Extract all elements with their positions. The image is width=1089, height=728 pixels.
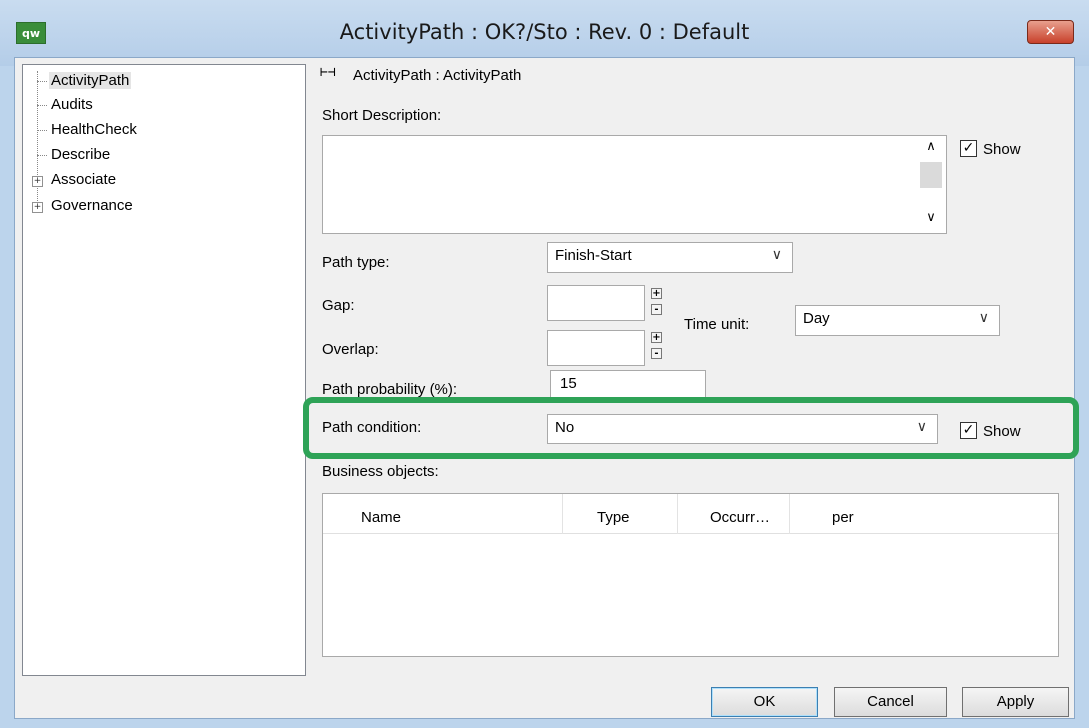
overlap-decrement-button[interactable]: - (651, 348, 662, 359)
time-unit-select[interactable]: Day ∨ (795, 305, 1000, 336)
close-button[interactable]: ✕ (1027, 20, 1074, 44)
navigation-tree[interactable]: ActivityPath Audits HealthCheck Describe… (22, 64, 306, 676)
path-condition-label: Path condition: (322, 419, 422, 436)
time-unit-value: Day (803, 310, 830, 327)
grid-header: Name Type Occurr… per (323, 494, 1058, 534)
scroll-down-icon[interactable]: ∨ (920, 210, 942, 225)
gap-increment-button[interactable]: + (651, 288, 662, 299)
scroll-up-icon[interactable]: ∧ (920, 139, 942, 154)
tree-connector (37, 130, 47, 131)
time-unit-label: Time unit: (684, 316, 750, 333)
expand-associate-icon[interactable]: + (32, 176, 43, 187)
chevron-down-icon: ∨ (771, 247, 782, 263)
path-condition-show-checkbox[interactable]: ✓ (960, 422, 977, 439)
tree-item-associate[interactable]: Associate (51, 169, 116, 191)
path-link-icon: ⊢⊣ (320, 65, 336, 80)
column-header-occurrences[interactable]: Occurr… (678, 494, 790, 534)
short-description-show-checkbox[interactable]: ✓ (960, 140, 977, 157)
overlap-label: Overlap: (322, 341, 379, 358)
tree-item-activitypath[interactable]: ActivityPath (49, 70, 132, 92)
tree-connector (37, 155, 47, 156)
column-header-name[interactable]: Name (323, 494, 563, 534)
expand-governance-icon[interactable]: + (32, 202, 43, 213)
path-type-label: Path type: (322, 254, 390, 271)
short-description-label: Short Description: (322, 107, 442, 124)
cancel-button[interactable]: Cancel (834, 687, 947, 717)
close-icon: ✕ (1044, 24, 1057, 40)
path-type-value: Finish-Start (555, 247, 632, 264)
path-probability-label: Path probability (%): (322, 381, 458, 398)
apply-button[interactable]: Apply (962, 687, 1069, 717)
tree-item-describe[interactable]: Describe (51, 144, 110, 166)
gap-decrement-button[interactable]: - (651, 304, 662, 315)
chevron-down-icon: ∨ (916, 419, 927, 435)
tree-connector (37, 81, 47, 82)
short-description-show-label: Show (983, 141, 1021, 158)
business-objects-label: Business objects: (322, 463, 439, 480)
tree-item-governance[interactable]: Governance (51, 195, 133, 217)
column-header-type[interactable]: Type (563, 494, 678, 534)
chevron-down-icon: ∨ (978, 310, 989, 326)
window-title: ActivityPath : OK?/Sto : Rev. 0 : Defaul… (339, 20, 750, 44)
business-objects-grid[interactable]: Name Type Occurr… per (322, 493, 1059, 657)
ok-button[interactable]: OK (711, 687, 818, 717)
path-condition-show-label: Show (983, 423, 1021, 440)
header-breadcrumb: ActivityPath : ActivityPath (353, 67, 522, 84)
short-description-textarea[interactable]: ∧ ∨ (322, 135, 947, 234)
scrollbar-thumb[interactable] (920, 162, 942, 188)
path-condition-value: No (555, 419, 575, 436)
tree-item-audits[interactable]: Audits (51, 94, 93, 116)
column-header-per[interactable]: per (790, 494, 1058, 534)
path-condition-select[interactable]: No ∨ (547, 414, 938, 444)
path-type-select[interactable]: Finish-Start ∨ (547, 242, 793, 273)
gap-input[interactable] (547, 285, 645, 321)
tree-connector (37, 105, 47, 106)
tree-item-healthcheck[interactable]: HealthCheck (51, 119, 137, 141)
overlap-input[interactable] (547, 330, 645, 366)
overlap-increment-button[interactable]: + (651, 332, 662, 343)
gap-label: Gap: (322, 297, 355, 314)
